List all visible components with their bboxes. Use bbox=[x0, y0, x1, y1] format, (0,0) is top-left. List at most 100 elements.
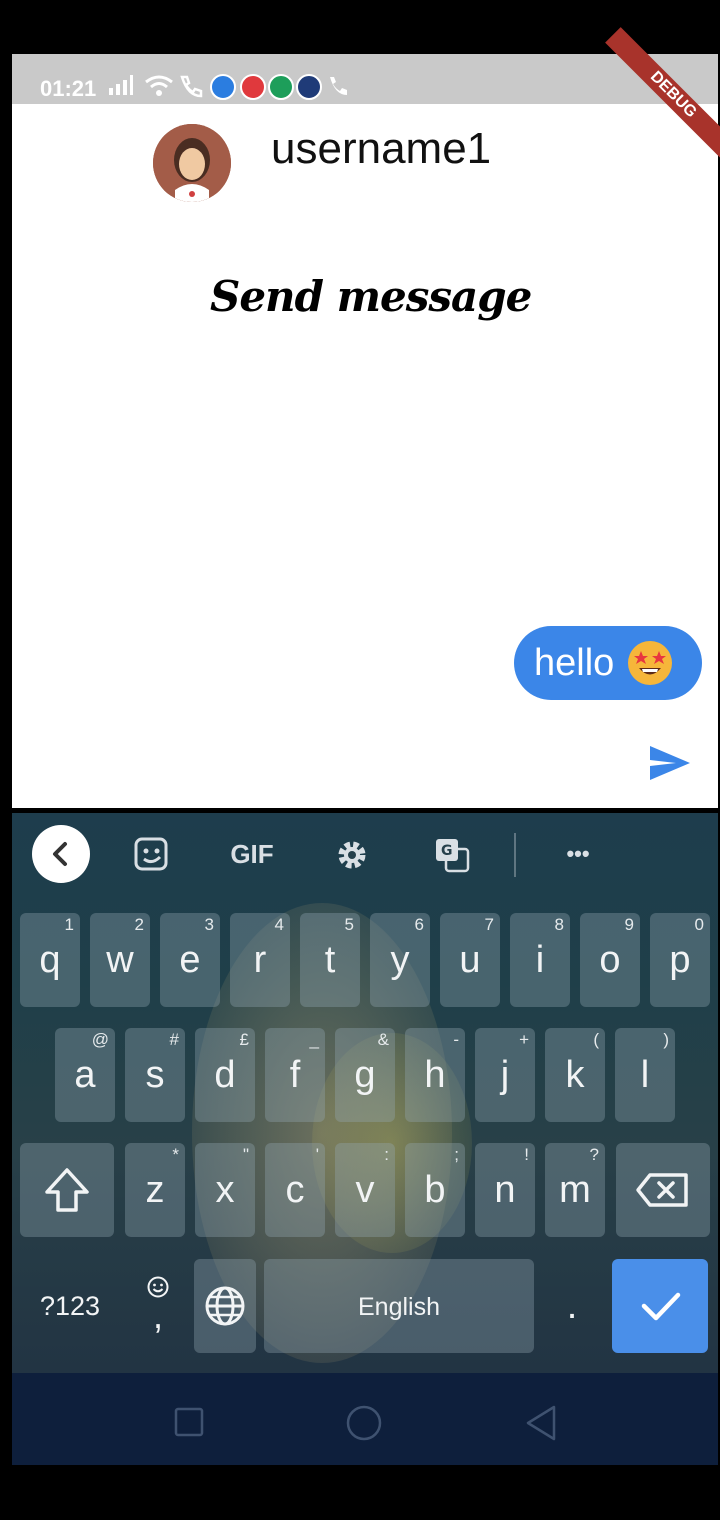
settings-icon[interactable] bbox=[332, 837, 372, 881]
svg-text:G: G bbox=[441, 843, 453, 859]
more-icon[interactable]: ••• bbox=[556, 837, 600, 871]
language-key[interactable] bbox=[194, 1259, 256, 1353]
key-label: m bbox=[559, 1169, 591, 1211]
key-e[interactable]: 3e bbox=[160, 913, 220, 1007]
translate-icon[interactable]: G bbox=[432, 837, 472, 881]
key-r[interactable]: 4r bbox=[230, 913, 290, 1007]
sticker-icon[interactable] bbox=[132, 837, 172, 879]
navigation-bar bbox=[12, 1373, 718, 1465]
key-c[interactable]: ' c bbox=[265, 1143, 325, 1237]
key-d[interactable]: £ d bbox=[195, 1028, 255, 1122]
key-hint: 2 bbox=[134, 915, 144, 934]
key-p[interactable]: 0p bbox=[650, 913, 710, 1007]
key-label: w bbox=[106, 939, 134, 981]
symbols-key-label: ?123 bbox=[39, 1291, 101, 1321]
app-icon bbox=[296, 74, 322, 100]
key-label: h bbox=[424, 1054, 446, 1096]
key-label: x bbox=[215, 1169, 235, 1211]
key-f[interactable]: _ f bbox=[265, 1028, 325, 1122]
key-hint: " bbox=[242, 1145, 249, 1164]
message-bubble[interactable]: hello bbox=[514, 626, 702, 700]
key-label: a bbox=[74, 1054, 96, 1096]
key-hint: £ bbox=[239, 1030, 249, 1049]
avatar[interactable] bbox=[153, 124, 231, 202]
key-v[interactable]: :v bbox=[335, 1143, 395, 1237]
key-hint: ) bbox=[663, 1030, 669, 1049]
key-label: f bbox=[289, 1054, 301, 1096]
send-button[interactable] bbox=[648, 744, 692, 782]
back-icon[interactable] bbox=[32, 825, 90, 883]
triangle-back-icon bbox=[526, 1405, 556, 1441]
wifi-icon bbox=[144, 74, 174, 98]
backspace-key[interactable] bbox=[616, 1143, 710, 1237]
key-hint: 9 bbox=[624, 915, 634, 934]
checkmark-icon bbox=[641, 1292, 681, 1321]
key-hint: ' bbox=[315, 1145, 319, 1164]
key-o[interactable]: 9o bbox=[580, 913, 640, 1007]
key-hint: & bbox=[377, 1030, 389, 1049]
phone-icon bbox=[326, 74, 350, 98]
key-n[interactable]: ! n bbox=[475, 1143, 535, 1237]
key-z[interactable]: * z bbox=[125, 1143, 185, 1237]
toolbar-divider bbox=[514, 833, 516, 877]
key-q[interactable]: 1q bbox=[20, 913, 80, 1007]
key-t[interactable]: 5t bbox=[300, 913, 360, 1007]
key-k[interactable]: (k bbox=[545, 1028, 605, 1122]
home-button[interactable] bbox=[345, 1404, 383, 1447]
key-label: c bbox=[285, 1169, 305, 1211]
chat-screen: username1 Send message hello bbox=[12, 104, 718, 808]
key-hint: @ bbox=[91, 1030, 109, 1049]
key-label: v bbox=[355, 1169, 375, 1211]
keyboard: GIF G ••• 1q2w3e4r5t6y7u8i9o0p @ a # s £ d _ f &… bbox=[12, 813, 718, 1373]
status-time: 01:21 bbox=[40, 76, 97, 101]
key-u[interactable]: 7u bbox=[440, 913, 500, 1007]
key-s[interactable]: # s bbox=[125, 1028, 185, 1122]
key-label: p bbox=[669, 939, 691, 981]
key-x[interactable]: " x bbox=[195, 1143, 255, 1237]
key-b[interactable]: ; b bbox=[405, 1143, 465, 1237]
key-hint: ! bbox=[524, 1145, 529, 1164]
comma-key-label: , bbox=[152, 1295, 163, 1336]
key-i[interactable]: 8i bbox=[510, 913, 570, 1007]
period-key[interactable]: . bbox=[542, 1259, 602, 1353]
key-label: e bbox=[179, 939, 201, 981]
status-bar: 01:21 bbox=[12, 54, 718, 104]
key-hint: 7 bbox=[484, 915, 494, 934]
key-label: t bbox=[324, 939, 336, 981]
key-label: u bbox=[459, 939, 481, 981]
key-h[interactable]: -h bbox=[405, 1028, 465, 1122]
key-hint: ? bbox=[589, 1145, 599, 1164]
symbols-key[interactable]: ?123 bbox=[20, 1259, 120, 1353]
key-hint: 4 bbox=[274, 915, 284, 934]
key-w[interactable]: 2w bbox=[90, 913, 150, 1007]
shift-icon bbox=[45, 1168, 89, 1212]
shift-key[interactable] bbox=[20, 1143, 114, 1237]
key-hint: 6 bbox=[414, 915, 424, 934]
key-a[interactable]: @ a bbox=[55, 1028, 115, 1122]
key-label: l bbox=[640, 1054, 650, 1096]
comma-key[interactable]: , bbox=[128, 1259, 188, 1353]
signal-icon bbox=[108, 74, 134, 98]
key-l[interactable]: ) l bbox=[615, 1028, 675, 1122]
space-key[interactable]: English bbox=[264, 1259, 534, 1353]
key-label: n bbox=[494, 1169, 516, 1211]
enter-key[interactable] bbox=[612, 1259, 708, 1353]
key-m[interactable]: ? m bbox=[545, 1143, 605, 1237]
key-g[interactable]: & g bbox=[335, 1028, 395, 1122]
key-label: i bbox=[535, 939, 545, 981]
key-j[interactable]: + j bbox=[475, 1028, 535, 1122]
keyboard-toolbar: GIF G ••• bbox=[12, 813, 718, 895]
recents-button[interactable] bbox=[174, 1407, 204, 1442]
key-label: k bbox=[565, 1054, 585, 1096]
key-hint: 1 bbox=[64, 915, 74, 934]
key-label: j bbox=[500, 1054, 510, 1096]
back-button[interactable] bbox=[524, 1404, 558, 1447]
send-icon bbox=[650, 746, 690, 780]
key-label: o bbox=[599, 939, 621, 981]
key-label: y bbox=[390, 939, 410, 981]
key-hint: ( bbox=[593, 1030, 599, 1049]
star-struck-emoji-icon bbox=[628, 641, 673, 685]
key-y[interactable]: 6y bbox=[370, 913, 430, 1007]
gif-button[interactable]: GIF bbox=[224, 837, 280, 871]
messenger-icon bbox=[210, 74, 236, 100]
